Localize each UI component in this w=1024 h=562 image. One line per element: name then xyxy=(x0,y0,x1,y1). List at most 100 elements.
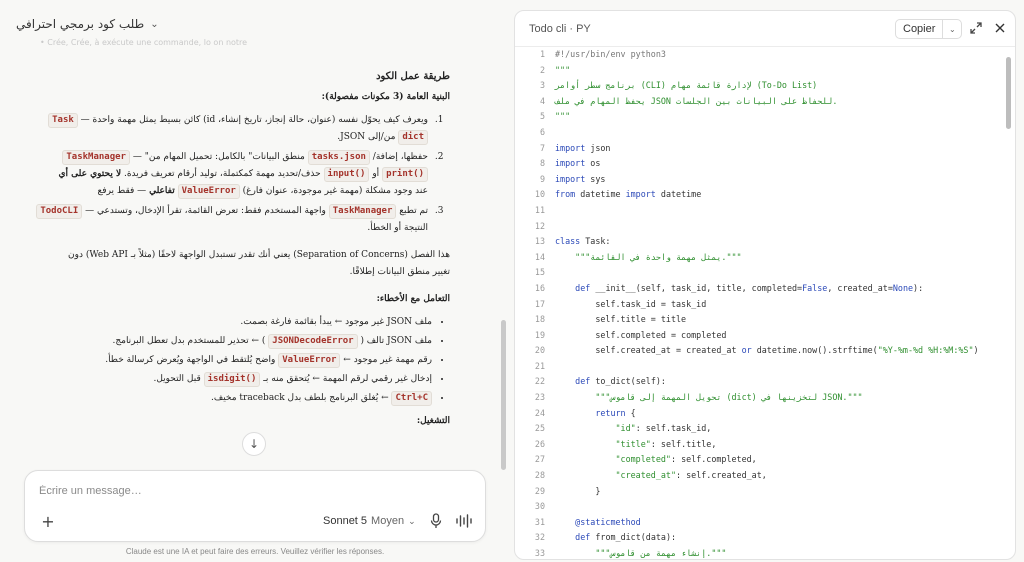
code-text: "title": self.title, xyxy=(615,438,717,449)
code-text: "completed": self.completed, xyxy=(615,454,757,465)
inline-code: TaskManager xyxy=(62,150,130,165)
add-attachment-button[interactable]: + xyxy=(39,513,57,531)
code-text: """يمثل مهمة واحدة في القائمة.""" xyxy=(555,251,742,262)
code-line: 15 xyxy=(515,265,1003,281)
line-number: 23 xyxy=(534,392,545,403)
list-item: ملف JSON تالف ( JSONDecodeError ) ← تحذي… xyxy=(20,333,432,350)
copy-button[interactable]: Copier xyxy=(896,20,944,38)
line-number: 17 xyxy=(534,298,545,309)
code-line: 14 """يمثل مهمة واحدة في القائمة.""" xyxy=(515,250,1003,266)
chat-pane: طلب كود برمجي احترافي ⌄ • Crée, Crée, à … xyxy=(0,0,512,562)
code-line: 3 برنامج سطر أوامر (CLI) لإدارة قائمة مها… xyxy=(515,78,1003,94)
line-number: 9 xyxy=(539,173,545,184)
list-item: حفظها، إضافة/ tasks.json منطق البيانات" … xyxy=(20,149,432,200)
code-text: from datetime import datetime xyxy=(555,189,702,200)
line-number: 19 xyxy=(534,329,545,340)
copy-button-group: Copier ⌄ xyxy=(895,19,963,39)
code-text: import os xyxy=(555,158,601,169)
line-number: 5 xyxy=(539,111,545,122)
inline-code: input() xyxy=(323,167,370,182)
faded-previous-text: • Crée, Crée, à exécute une commande, lo… xyxy=(40,38,248,47)
line-number: 7 xyxy=(539,142,545,153)
code-text: import json xyxy=(555,142,611,153)
artifact-header: Todo cli · PY Copier ⌄ xyxy=(515,11,1015,47)
code-line: 12 xyxy=(515,219,1003,235)
code-line: 30 xyxy=(515,499,1003,515)
code-line: 27 "completed": self.completed, xyxy=(515,452,1003,468)
code-line: 8 import os xyxy=(515,156,1003,172)
code-text: برنامج سطر أوامر (CLI) لإدارة قائمة مهام… xyxy=(555,80,818,91)
list-item: تم تطبع TaskManager واجهة المستخدم فقط: … xyxy=(20,203,432,237)
line-number: 3 xyxy=(539,80,545,91)
code-line: 18 self.title = title xyxy=(515,312,1003,328)
list-item: ويعرف كيف يحوّل نفسه (عنوان، حالة إنجاز،… xyxy=(20,112,432,146)
chat-scrollbar[interactable] xyxy=(501,320,506,470)
code-line: 16 def __init__(self, task_id, title, co… xyxy=(515,281,1003,297)
line-number: 13 xyxy=(534,236,545,247)
conversation-title-menu[interactable]: طلب كود برمجي احترافي ⌄ xyxy=(16,14,159,34)
code-text: class Task: xyxy=(555,236,611,247)
code-scrollbar[interactable] xyxy=(1006,57,1011,129)
list-item: رقم مهمة غير موجود ← ValueError واضح يُل… xyxy=(20,352,432,369)
code-line: 23 """تحويل المهمة إلى قاموس (dict) لتخز… xyxy=(515,390,1003,406)
model-selector[interactable]: Sonnet 5 Moyen ⌄ xyxy=(323,515,416,527)
disclaimer-text: Claude est une IA et peut faire des erre… xyxy=(125,547,385,556)
code-text: self.created_at = created_at or datetime… xyxy=(555,345,979,356)
line-number: 1 xyxy=(539,49,545,59)
code-line: 32 def from_dict(data): xyxy=(515,530,1003,546)
code-text: يحفظ المهام في ملف JSON للحفاظ على البيا… xyxy=(555,95,838,106)
code-text: """ xyxy=(555,64,571,75)
conversation-title: طلب كود برمجي احترافي xyxy=(16,17,145,31)
code-line: 4 يحفظ المهام في ملف JSON للحفاظ على البي… xyxy=(515,94,1003,110)
code-line: 17 self.task_id = task_id xyxy=(515,297,1003,313)
code-line: 19 self.completed = completed xyxy=(515,328,1003,344)
code-editor[interactable]: 1 #!/usr/bin/env python3 2 """ 3 برنامج سطر أ… xyxy=(515,47,1003,559)
scroll-to-bottom-button[interactable]: ↓ xyxy=(242,432,266,456)
code-line: 5 """ xyxy=(515,109,1003,125)
code-text: } xyxy=(555,485,601,496)
line-number: 14 xyxy=(534,251,545,262)
app-window: طلب كود برمجي احترافي ⌄ • Crée, Crée, à … xyxy=(0,0,1024,562)
code-text: def from_dict(data): xyxy=(575,532,677,543)
model-mode: Moyen xyxy=(371,515,405,527)
section-title: طريقة عمل الكود xyxy=(376,71,450,82)
code-text: self.task_id = task_id xyxy=(555,298,707,309)
line-number: 2 xyxy=(539,64,545,75)
message-composer: + Sonnet 5 Moyen ⌄ xyxy=(24,470,486,542)
code-line: 26 "title": self.title, xyxy=(515,437,1003,453)
code-line: 11 xyxy=(515,203,1003,219)
code-text: self.completed = completed xyxy=(555,329,727,340)
line-number: 29 xyxy=(534,485,545,496)
code-text: """تحويل المهمة إلى قاموس (dict) لتخزينه… xyxy=(555,392,863,403)
code-line: 2 """ xyxy=(515,63,1003,79)
microphone-icon[interactable] xyxy=(429,513,443,529)
inline-code: Ctrl+C xyxy=(391,391,432,406)
assistant-message: طريقة عمل الكود البنية العامة (3 مكونات … xyxy=(20,60,460,460)
components-list: ويعرف كيف يحوّل نفسه (عنوان، حالة إنجاز،… xyxy=(20,112,460,237)
code-line: 28 "created_at": self.created_at, xyxy=(515,468,1003,484)
code-text: @staticmethod xyxy=(555,516,641,527)
inline-code: TodoCLI xyxy=(36,204,83,219)
line-number: 26 xyxy=(534,438,545,449)
line-number: 12 xyxy=(534,220,545,231)
line-number: 15 xyxy=(534,267,545,278)
line-number: 25 xyxy=(534,423,545,434)
line-number: 10 xyxy=(534,189,545,200)
code-text: return { xyxy=(595,407,636,418)
message-input[interactable] xyxy=(39,485,459,497)
code-text: import sys xyxy=(555,173,606,184)
line-number: 24 xyxy=(534,407,545,418)
line-number: 30 xyxy=(534,501,545,512)
code-line: 10 from datetime import datetime xyxy=(515,187,1003,203)
model-name: Sonnet 5 xyxy=(323,515,368,527)
code-text: def to_dict(self): xyxy=(575,376,666,387)
line-number: 22 xyxy=(534,376,545,387)
close-icon[interactable] xyxy=(993,21,1007,35)
voice-mode-icon[interactable] xyxy=(455,513,473,529)
expand-icon[interactable] xyxy=(969,21,983,35)
code-line: 33 """إنشاء مهمة من قاموس.""" xyxy=(515,546,1003,559)
line-number: 6 xyxy=(539,126,545,137)
copy-options-dropdown[interactable]: ⌄ xyxy=(943,20,961,38)
code-line: 24 return { xyxy=(515,406,1003,422)
line-number: 16 xyxy=(534,282,545,293)
